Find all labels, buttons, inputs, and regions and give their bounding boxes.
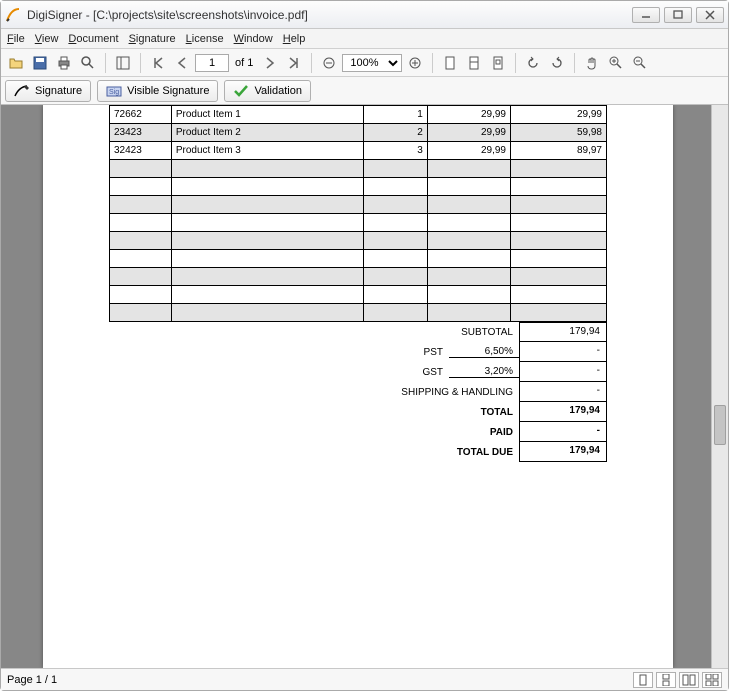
rotate-left-button[interactable]	[522, 52, 544, 74]
menu-help[interactable]: Help	[283, 33, 306, 45]
signature-toolbar: Signature Sig Visible Signature Validati…	[1, 77, 728, 105]
menu-signature[interactable]: Signature	[129, 33, 176, 45]
menu-view[interactable]: View	[35, 33, 59, 45]
vertical-scrollbar[interactable]	[711, 105, 728, 668]
gst-label: GST	[422, 367, 449, 378]
titlebar: DigiSigner - [C:\projects\site\screensho…	[1, 1, 728, 29]
last-page-button[interactable]	[283, 52, 305, 74]
paid-label: PAID	[490, 427, 519, 438]
sidebar-toggle-button[interactable]	[112, 52, 134, 74]
search-button[interactable]	[77, 52, 99, 74]
pst-value: -	[519, 342, 607, 362]
total-value: 179,94	[519, 402, 607, 422]
close-button[interactable]	[696, 7, 724, 23]
view-continuous-button[interactable]	[656, 672, 676, 688]
rotate-right-button[interactable]	[546, 52, 568, 74]
paid-value: -	[519, 422, 607, 442]
pdf-page: 72662 Product Item 1 1 29,99 29,99 23423…	[43, 105, 673, 668]
app-icon	[5, 7, 21, 23]
signature-label: Signature	[35, 85, 82, 97]
menubar: File View Document Signature License Win…	[1, 29, 728, 49]
document-viewport[interactable]: 72662 Product Item 1 1 29,99 29,99 23423…	[1, 105, 711, 668]
page-count-label: of 1	[231, 57, 257, 69]
validation-button[interactable]: Validation	[224, 80, 311, 102]
first-page-button[interactable]	[147, 52, 169, 74]
visible-signature-button[interactable]: Sig Visible Signature	[97, 80, 218, 102]
signature-button[interactable]: Signature	[5, 80, 91, 102]
window-title: DigiSigner - [C:\projects\site\screensho…	[27, 8, 632, 22]
table-row: 23423Product Item 2 229,9959,98	[110, 124, 607, 142]
pst-pct: 6,50%	[449, 346, 519, 358]
open-button[interactable]	[5, 52, 27, 74]
table-row: 72662 Product Item 1 1 29,99 29,99	[110, 106, 607, 124]
fit-width-button[interactable]	[463, 52, 485, 74]
zoom-out-button[interactable]	[318, 52, 340, 74]
visible-signature-icon: Sig	[106, 84, 122, 98]
shipping-value: -	[519, 382, 607, 402]
save-button[interactable]	[29, 52, 51, 74]
pen-icon	[14, 84, 30, 98]
due-value: 179,94	[519, 442, 607, 462]
visible-signature-label: Visible Signature	[127, 85, 209, 97]
total-label: TOTAL	[481, 407, 519, 418]
view-facing-button[interactable]	[679, 672, 699, 688]
shipping-label: SHIPPING & HANDLING	[401, 387, 519, 398]
checkmark-icon	[233, 84, 249, 98]
validation-label: Validation	[254, 85, 302, 97]
print-button[interactable]	[53, 52, 75, 74]
menu-window[interactable]: Window	[234, 33, 273, 45]
due-label: TOTAL DUE	[457, 447, 519, 458]
menu-document[interactable]: Document	[68, 33, 118, 45]
view-facing-continuous-button[interactable]	[702, 672, 722, 688]
zoom-tool-in-button[interactable]	[605, 52, 627, 74]
table-row: 32423Product Item 3 329,9989,97	[110, 142, 607, 160]
view-single-button[interactable]	[633, 672, 653, 688]
scrollbar-thumb[interactable]	[714, 405, 726, 445]
pst-label: PST	[424, 347, 449, 358]
subtotal-value: 179,94	[519, 322, 607, 342]
statusbar: Page 1 / 1	[1, 668, 728, 690]
minimize-button[interactable]	[632, 7, 660, 23]
menu-license[interactable]: License	[186, 33, 224, 45]
gst-value: -	[519, 362, 607, 382]
hand-tool-button[interactable]	[581, 52, 603, 74]
main-toolbar: of 1 100%	[1, 49, 728, 77]
page-number-input[interactable]	[195, 54, 229, 72]
fit-page-button[interactable]	[439, 52, 461, 74]
page-indicator: Page 1 / 1	[7, 674, 57, 686]
zoom-tool-out-button[interactable]	[629, 52, 651, 74]
prev-page-button[interactable]	[171, 52, 193, 74]
next-page-button[interactable]	[259, 52, 281, 74]
menu-file[interactable]: File	[7, 33, 25, 45]
gst-pct: 3,20%	[449, 366, 519, 378]
subtotal-label: SUBTOTAL	[461, 327, 519, 338]
workspace: 72662 Product Item 1 1 29,99 29,99 23423…	[1, 105, 728, 668]
zoom-select[interactable]: 100%	[342, 54, 402, 72]
svg-text:Sig: Sig	[109, 89, 119, 96]
invoice-summary: SUBTOTAL179,94 PST6,50%- GST3,20%- SHIPP…	[109, 322, 607, 462]
invoice-table: 72662 Product Item 1 1 29,99 29,99 23423…	[109, 105, 607, 322]
actual-size-button[interactable]	[487, 52, 509, 74]
zoom-in-button[interactable]	[404, 52, 426, 74]
maximize-button[interactable]	[664, 7, 692, 23]
